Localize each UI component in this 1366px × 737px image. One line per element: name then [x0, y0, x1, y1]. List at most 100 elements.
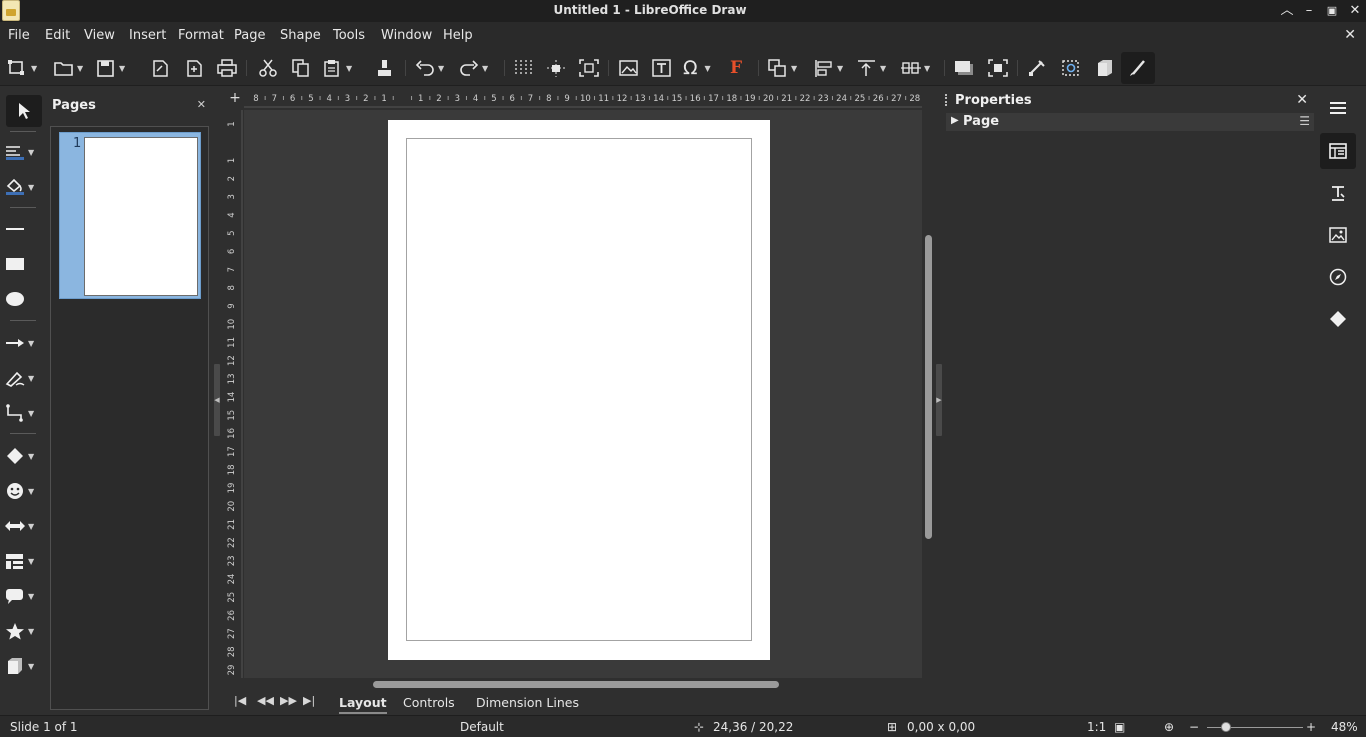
export-button[interactable] [150, 56, 170, 80]
insert-textbox-button[interactable] [652, 56, 672, 80]
zoom-out-icon[interactable]: − [1189, 720, 1199, 734]
grid-button[interactable] [512, 56, 532, 80]
new-shape-button[interactable]: ▼ [8, 56, 37, 80]
align-objects-button[interactable]: ▼ [814, 56, 843, 80]
ruler-tick-label: 26 [873, 94, 884, 104]
redo-button[interactable]: ▼ [459, 56, 488, 80]
rectangle-tool[interactable] [4, 250, 44, 278]
tab-dimension-lines[interactable]: Dimension Lines [476, 695, 579, 710]
vertical-ruler[interactable]: 1 1 2 3 4 5 6 7 8 9 10 11 12 13 14 15 16 17 18 19 20 21 22 23 24… [225, 110, 243, 678]
deck-menu-icon[interactable]: ☰ [1299, 114, 1310, 128]
open-button[interactable]: ▼ [54, 56, 83, 80]
pages-list[interactable]: 1 [50, 126, 209, 710]
export-pdf-button[interactable] [184, 56, 204, 80]
drawing-page[interactable] [388, 120, 770, 660]
arrange-button[interactable]: ▼ [857, 56, 886, 80]
master-slide-name[interactable]: Default [460, 720, 504, 734]
drawing-canvas[interactable] [244, 110, 922, 678]
zoom-pan-button[interactable] [579, 56, 599, 80]
points-button[interactable] [1028, 56, 1048, 80]
insert-image-button[interactable] [619, 56, 639, 80]
fill-color-tool[interactable]: ▼ [4, 173, 44, 201]
first-layer-icon[interactable]: |◀ [234, 694, 246, 707]
menu-file[interactable]: File [8, 28, 30, 43]
ruler-tick-label: 10 [580, 94, 591, 104]
toggle-extrusion-button[interactable] [1061, 56, 1081, 80]
clone-formatting-button[interactable] [375, 56, 395, 80]
vertical-scrollbar[interactable] [925, 235, 932, 539]
line-and-fill-button[interactable] [1121, 52, 1155, 84]
ellipse-tool[interactable] [4, 285, 44, 313]
block-arrows-tool[interactable]: ▼ [4, 512, 44, 540]
transformations-button[interactable]: ▼ [768, 56, 797, 80]
fit-page-icon[interactable]: ⊕ [1164, 720, 1174, 734]
menu-insert[interactable]: Insert [129, 28, 166, 43]
window-maximize-button[interactable]: ▣ [1323, 2, 1341, 20]
menu-shape[interactable]: Shape [280, 28, 321, 43]
special-character-button[interactable]: Ω ▼ [683, 56, 711, 80]
menu-edit[interactable]: Edit [45, 28, 70, 43]
sidebar-menu-button[interactable] [1320, 90, 1356, 126]
last-layer-icon[interactable]: ▶| [303, 694, 315, 707]
ruler-origin-icon[interactable]: + [226, 88, 244, 108]
scale-ratio[interactable]: 1:1 [1087, 720, 1106, 734]
print-button[interactable] [217, 56, 237, 80]
paste-button[interactable]: ▼ [323, 56, 352, 80]
select-tool[interactable] [6, 95, 42, 127]
shadow-button[interactable] [954, 56, 974, 80]
curves-polygons-tool[interactable]: ▼ [4, 364, 44, 392]
close-icon[interactable]: ✕ [1296, 92, 1308, 108]
menu-page[interactable]: Page [234, 28, 265, 43]
zoom-in-icon[interactable]: + [1306, 720, 1316, 734]
window-collapse-button[interactable]: ︿ [1278, 2, 1296, 20]
menu-help[interactable]: Help [443, 28, 473, 43]
sidebar-properties-tab[interactable] [1320, 133, 1356, 169]
horizontal-scrollbar[interactable] [373, 681, 779, 688]
page-thumbnail-selected[interactable]: 1 [59, 132, 201, 299]
menu-format[interactable]: Format [178, 28, 224, 43]
basic-shapes-tool[interactable]: ▼ [4, 442, 44, 470]
zoom-percentage[interactable]: 48% [1331, 720, 1358, 734]
callouts-tool[interactable]: ▼ [4, 582, 44, 610]
undo-button[interactable]: ▼ [415, 56, 444, 80]
cursor-position: 24,36 / 20,22 [713, 720, 794, 734]
horizontal-ruler[interactable]: 8 7 6 5 4 3 2 1 1 2 3 4 5 6 7 8 9 10 11 12 13 14 15 16 17 18 19 20 2… [244, 88, 922, 108]
tab-layout[interactable]: Layout [339, 695, 387, 714]
expand-arrow-icon[interactable]: ▶ [951, 115, 959, 126]
lines-arrows-tool[interactable]: ▼ [4, 329, 44, 357]
3d-effects-button[interactable] [1095, 56, 1115, 80]
window-minimize-button[interactable]: – [1300, 2, 1318, 20]
symbol-shapes-tool[interactable]: ▼ [4, 477, 44, 505]
flowchart-tool[interactable]: ▼ [4, 547, 44, 575]
cut-button[interactable] [258, 56, 278, 80]
pages-panel-collapse-handle[interactable]: ◀ [214, 364, 220, 436]
sidebar-gallery-tab[interactable] [1320, 217, 1356, 253]
window-close-button[interactable]: ✕ [1346, 2, 1364, 20]
menu-tools[interactable]: Tools [333, 28, 365, 43]
copy-button[interactable] [291, 56, 311, 80]
tab-controls[interactable]: Controls [403, 695, 455, 710]
sidebar-styles-tab[interactable] [1320, 175, 1356, 211]
line-tool[interactable] [4, 215, 44, 243]
distribute-button[interactable]: ▼ [901, 56, 930, 80]
save-button[interactable]: ▼ [96, 56, 125, 80]
helplines-button[interactable] [546, 56, 566, 80]
panel-grip-icon[interactable] [945, 94, 948, 106]
page-deck-header[interactable]: ▶ Page ☰ [946, 113, 1314, 131]
previous-layer-icon[interactable]: ◀◀ [257, 694, 274, 707]
menu-view[interactable]: View [84, 28, 115, 43]
fontwork-button[interactable]: F [730, 56, 742, 80]
sidebar-navigator-tab[interactable] [1320, 259, 1356, 295]
close-icon[interactable]: ✕ [197, 98, 206, 111]
3d-objects-tool[interactable]: ▼ [4, 652, 44, 680]
zoom-slider-handle[interactable] [1221, 722, 1231, 732]
line-color-tool[interactable]: ▼ [4, 138, 44, 166]
close-document-icon[interactable]: ✕ [1344, 27, 1356, 43]
sidebar-shapes-tab[interactable] [1320, 301, 1356, 337]
stars-tool[interactable]: ▼ [4, 617, 44, 645]
crop-button[interactable] [988, 56, 1008, 80]
next-layer-icon[interactable]: ▶▶ [280, 694, 297, 707]
menu-window[interactable]: Window [381, 28, 432, 43]
document-modified-icon[interactable]: ▣ [1114, 720, 1125, 734]
connectors-tool[interactable]: ▼ [4, 399, 44, 427]
